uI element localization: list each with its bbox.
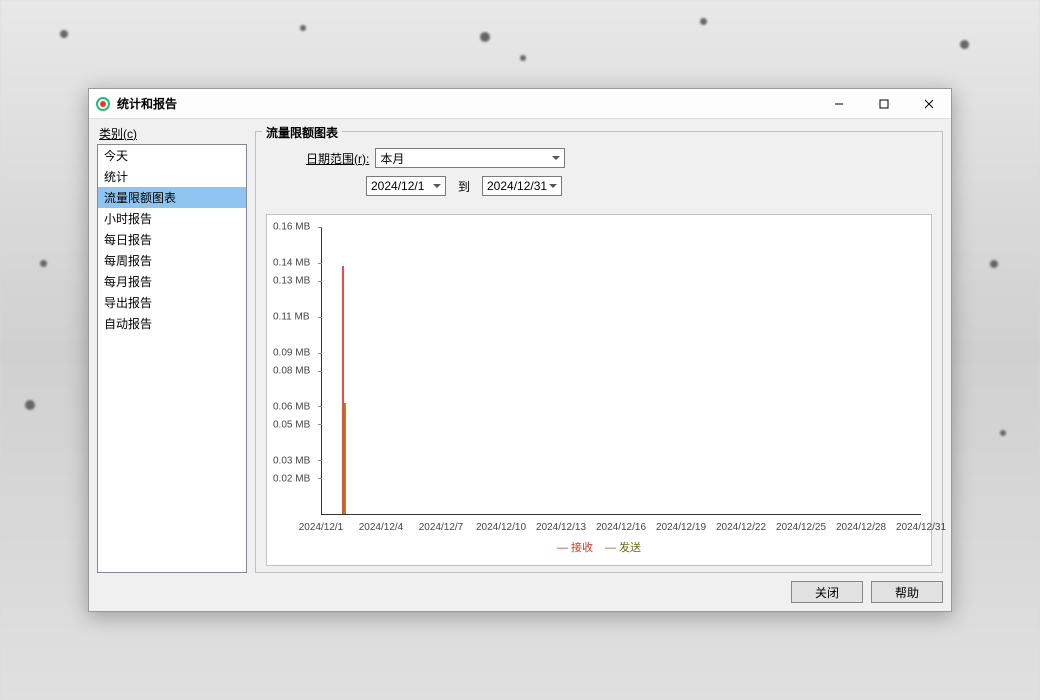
group-title: 流量限额图表 bbox=[262, 124, 342, 141]
x-tick-label: 2024/12/19 bbox=[656, 522, 706, 533]
close-dialog-button[interactable]: 关闭 bbox=[791, 581, 863, 603]
date-from-picker[interactable]: 2024/12/1 bbox=[366, 176, 446, 196]
date-to-picker[interactable]: 2024/12/31 bbox=[482, 176, 562, 196]
category-item[interactable]: 每周报告 bbox=[98, 250, 246, 271]
legend-send: — 发送 bbox=[605, 539, 641, 555]
x-tick-label: 2024/12/4 bbox=[359, 522, 404, 533]
category-item[interactable]: 今天 bbox=[98, 145, 246, 166]
chart-area: — 接收 — 发送 0.02 MB 0.03 MB 0.05 MB 0.06 MB 0.… bbox=[266, 214, 932, 566]
y-tick-label: 0.06 MB bbox=[273, 402, 310, 413]
category-item[interactable]: 导出报告 bbox=[98, 292, 246, 313]
category-label: 类别(c) bbox=[97, 125, 247, 144]
category-item[interactable]: 每月报告 bbox=[98, 271, 246, 292]
x-tick-label: 2024/12/10 bbox=[476, 522, 526, 533]
x-tick-label: 2024/12/22 bbox=[716, 522, 766, 533]
x-tick-label: 2024/12/16 bbox=[596, 522, 646, 533]
y-tick-label: 0.05 MB bbox=[273, 420, 310, 431]
x-tick-label: 2024/12/31 bbox=[896, 522, 946, 533]
x-tick-label: 2024/12/1 bbox=[299, 522, 344, 533]
y-tick-label: 0.02 MB bbox=[273, 474, 310, 485]
y-tick-label: 0.08 MB bbox=[273, 366, 310, 377]
x-tick-label: 2024/12/13 bbox=[536, 522, 586, 533]
category-item[interactable]: 流量限额图表 bbox=[98, 187, 246, 208]
category-item[interactable]: 统计 bbox=[98, 166, 246, 187]
help-button[interactable]: 帮助 bbox=[871, 581, 943, 603]
date-range-combo[interactable]: 本月 bbox=[375, 148, 565, 168]
y-tick-label: 0.16 MB bbox=[273, 222, 310, 233]
to-label: 到 bbox=[452, 178, 476, 195]
y-tick-label: 0.11 MB bbox=[273, 312, 310, 323]
minimize-button[interactable] bbox=[816, 89, 861, 118]
window-title: 统计和报告 bbox=[117, 95, 816, 112]
y-tick-label: 0.09 MB bbox=[273, 348, 310, 359]
category-item[interactable]: 每日报告 bbox=[98, 229, 246, 250]
y-tick-label: 0.13 MB bbox=[273, 276, 310, 287]
date-range-label: 日期范围(r): bbox=[306, 150, 369, 167]
chart-legend: — 接收 — 发送 bbox=[557, 539, 641, 555]
chart-bar bbox=[344, 403, 346, 514]
y-tick-label: 0.14 MB bbox=[273, 258, 310, 269]
x-tick-label: 2024/12/7 bbox=[419, 522, 464, 533]
close-button[interactable] bbox=[906, 89, 951, 118]
y-tick-label: 0.03 MB bbox=[273, 456, 310, 467]
stats-window: 统计和报告 类别(c) 今天统计流量限额图表小时报告每日报告每周报告每月报告导出… bbox=[88, 88, 952, 612]
x-tick-label: 2024/12/25 bbox=[776, 522, 826, 533]
date-range-value: 本月 bbox=[380, 150, 404, 167]
chart-groupbox: 流量限额图表 日期范围(r): 本月 2024/12/1 到 2024/1 bbox=[255, 131, 943, 573]
chart-plot bbox=[321, 227, 921, 515]
category-item[interactable]: 自动报告 bbox=[98, 313, 246, 334]
category-listbox[interactable]: 今天统计流量限额图表小时报告每日报告每周报告每月报告导出报告自动报告 bbox=[97, 144, 247, 573]
titlebar[interactable]: 统计和报告 bbox=[89, 89, 951, 119]
category-item[interactable]: 小时报告 bbox=[98, 208, 246, 229]
date-from-value: 2024/12/1 bbox=[371, 179, 424, 193]
date-to-value: 2024/12/31 bbox=[487, 179, 547, 193]
maximize-button[interactable] bbox=[861, 89, 906, 118]
x-tick-label: 2024/12/28 bbox=[836, 522, 886, 533]
app-icon bbox=[95, 96, 111, 112]
legend-recv: — 接收 bbox=[557, 539, 593, 555]
